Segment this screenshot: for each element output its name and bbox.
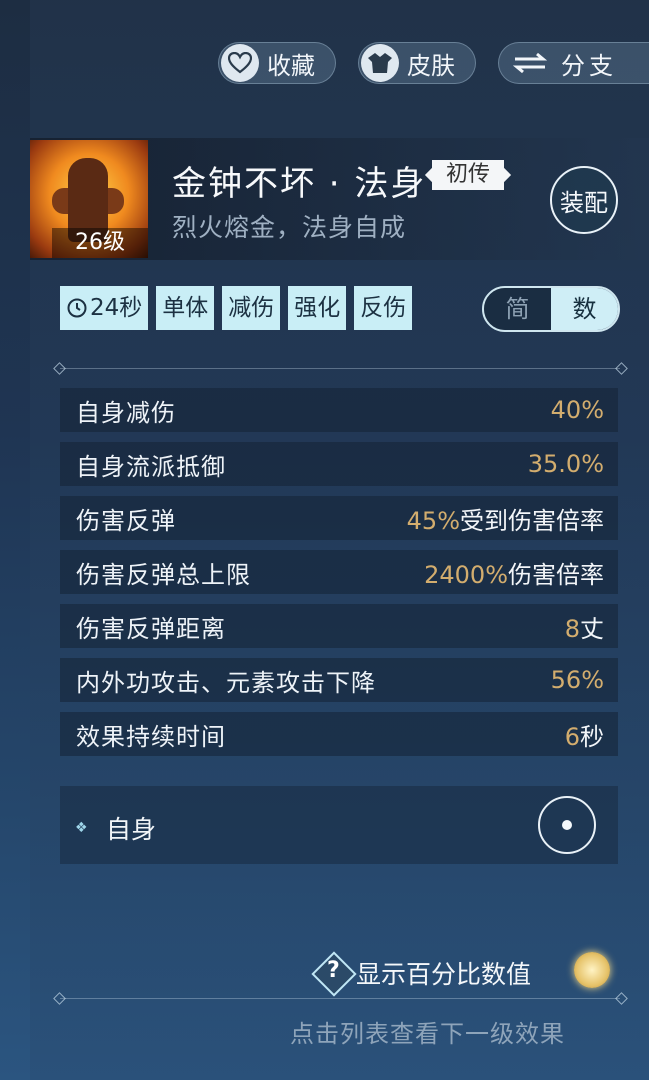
stat-label: 伤害反弹距离 <box>76 614 226 643</box>
branch-button[interactable]: 分支 <box>498 42 649 84</box>
numeric-mode-option[interactable]: 数 <box>551 288 618 330</box>
favorite-label: 收藏 <box>267 51 315 80</box>
stat-value: 45% <box>406 506 460 535</box>
show-percent-label: 显示百分比数值 <box>356 960 532 989</box>
stat-row[interactable]: 效果持续时间 6秒 <box>60 712 618 756</box>
stat-unit: 丈 <box>580 614 604 643</box>
stat-label: 自身流派抵御 <box>76 452 226 481</box>
stat-value: 35.0% <box>527 450 604 478</box>
diamond-bullet-icon: ❖ <box>75 820 88 836</box>
stat-row[interactable]: 自身减伤 40% <box>60 388 618 432</box>
robe-icon <box>361 44 399 82</box>
tag-item: 减伤 <box>222 286 281 330</box>
clock-icon <box>66 297 88 319</box>
divider <box>60 368 620 369</box>
simple-mode-option[interactable]: 简 <box>484 288 551 330</box>
skill-tags: 24秒 单体 减伤 强化 反伤 <box>60 286 413 330</box>
target-label: 自身 <box>106 815 157 844</box>
stat-row[interactable]: 伤害反弹距离 8丈 <box>60 604 618 648</box>
stat-unit: 伤害倍率 <box>508 560 604 589</box>
stat-row[interactable]: 伤害反弹总上限 2400%伤害倍率 <box>60 550 618 594</box>
stat-value: 56% <box>550 666 604 694</box>
target-dot-icon <box>562 820 572 830</box>
display-mode-toggle[interactable]: 简 数 <box>482 286 620 332</box>
stats-list[interactable]: 自身减伤 40% 自身流派抵御 35.0% 伤害反弹 45%受到伤害倍率 伤害反… <box>60 388 618 766</box>
skin-label: 皮肤 <box>407 51 455 80</box>
stat-value: 6 <box>564 722 580 751</box>
skill-subtitle: 烈火熔金，法身自成 <box>172 213 407 242</box>
stat-label: 内外功攻击、元素攻击下降 <box>76 668 376 697</box>
stat-label: 伤害反弹总上限 <box>76 560 251 589</box>
stat-label: 伤害反弹 <box>76 506 176 535</box>
question-mark: ? <box>327 958 340 983</box>
stat-value: 40% <box>550 396 604 424</box>
stat-row[interactable]: 内外功攻击、元素攻击下降 56% <box>60 658 618 702</box>
swap-arrows-icon <box>513 52 547 74</box>
favorite-button[interactable]: 收藏 <box>218 42 336 84</box>
stat-row[interactable]: 自身流派抵御 35.0% <box>60 442 618 486</box>
stat-label: 自身减伤 <box>76 398 176 427</box>
stat-value: 8 <box>564 614 580 643</box>
stat-unit: 秒 <box>580 722 604 751</box>
show-percent-toggle[interactable] <box>574 952 610 988</box>
skill-level: 26级 <box>52 228 148 258</box>
cooldown-tag: 24秒 <box>60 286 149 330</box>
branch-label: 分支 <box>561 51 617 80</box>
tag-item: 反伤 <box>354 286 413 330</box>
tag-item: 单体 <box>156 286 215 330</box>
stat-value: 2400% <box>424 560 508 589</box>
skin-button[interactable]: 皮肤 <box>358 42 476 84</box>
footer-hint: 点击列表查看下一级效果 <box>290 1020 565 1048</box>
divider <box>60 998 620 999</box>
equip-button[interactable]: 装配 <box>550 166 618 234</box>
stat-label: 效果持续时间 <box>76 722 226 751</box>
skill-stage-badge: 初传 <box>432 160 505 190</box>
heart-icon <box>221 44 259 82</box>
tag-item: 强化 <box>288 286 347 330</box>
cooldown-value: 24秒 <box>90 295 143 321</box>
stat-row[interactable]: 伤害反弹 45%受到伤害倍率 <box>60 496 618 540</box>
stat-unit: 受到伤害倍率 <box>460 506 604 535</box>
skill-name: 金钟不坏 · 法身 <box>172 164 427 204</box>
